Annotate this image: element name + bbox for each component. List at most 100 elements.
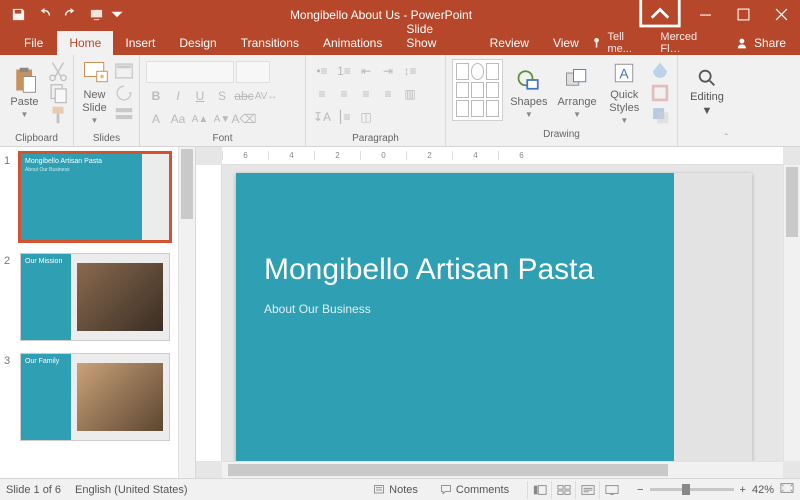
indent-dec-icon[interactable]: ⇤ bbox=[356, 61, 376, 81]
font-color-icon[interactable]: A bbox=[146, 109, 166, 129]
new-slide-button[interactable]: New Slide▼ bbox=[78, 59, 111, 125]
slide-thumbnails-panel: 1 Mongibello Artisan PastaAbout Our Busi… bbox=[0, 147, 196, 478]
undo-icon[interactable] bbox=[32, 3, 56, 27]
close-button[interactable] bbox=[762, 0, 800, 29]
minimize-button[interactable] bbox=[686, 0, 724, 29]
text-direction-icon[interactable]: ↧A bbox=[312, 107, 332, 127]
shadow-icon[interactable]: S bbox=[212, 86, 232, 106]
editing-button[interactable]: Editing▼ bbox=[682, 59, 732, 125]
font-name-combo[interactable] bbox=[146, 61, 234, 83]
shape-outline-icon[interactable] bbox=[649, 83, 671, 103]
comments-button[interactable]: Comments bbox=[436, 484, 513, 496]
align-center-icon[interactable]: ≡ bbox=[334, 84, 354, 104]
slideshow-view-icon[interactable] bbox=[599, 481, 623, 499]
normal-view-icon[interactable] bbox=[527, 481, 551, 499]
redo-icon[interactable] bbox=[58, 3, 82, 27]
columns-icon[interactable]: ▥ bbox=[400, 84, 420, 104]
account-name[interactable]: Merced Fl… bbox=[660, 31, 719, 55]
sorter-view-icon[interactable] bbox=[551, 481, 575, 499]
collapse-ribbon-icon[interactable]: ˆ bbox=[682, 131, 732, 146]
shape-fill-icon[interactable] bbox=[649, 61, 671, 81]
tab-animations[interactable]: Animations bbox=[311, 31, 394, 55]
language-status[interactable]: English (United States) bbox=[75, 484, 188, 496]
ribbon-display-options-icon[interactable] bbox=[638, 0, 682, 29]
grow-font-icon[interactable]: A▲ bbox=[190, 109, 210, 129]
tab-view[interactable]: View bbox=[541, 31, 591, 55]
quick-access-toolbar bbox=[0, 3, 124, 27]
underline-icon[interactable]: U bbox=[190, 86, 210, 106]
save-icon[interactable] bbox=[6, 3, 30, 27]
group-font-label: Font bbox=[144, 131, 301, 146]
title-placeholder[interactable]: Mongibello Artisan Pasta About Our Busin… bbox=[236, 173, 674, 463]
shape-effects-icon[interactable] bbox=[649, 105, 671, 125]
spacing-icon[interactable]: AV↔ bbox=[256, 86, 276, 106]
start-from-beginning-icon[interactable] bbox=[84, 3, 108, 27]
notes-button[interactable]: Notes bbox=[369, 484, 422, 496]
arrange-button[interactable]: Arrange▼ bbox=[555, 59, 600, 125]
tell-me-search[interactable]: Tell me... bbox=[591, 31, 651, 55]
change-case-icon[interactable]: Aa bbox=[168, 109, 188, 129]
section-icon[interactable] bbox=[113, 105, 135, 125]
cut-icon[interactable] bbox=[47, 61, 69, 81]
work-area: 1 Mongibello Artisan PastaAbout Our Busi… bbox=[0, 147, 800, 478]
bold-icon[interactable]: B bbox=[146, 86, 166, 106]
italic-icon[interactable]: I bbox=[168, 86, 188, 106]
tab-review[interactable]: Review bbox=[478, 31, 541, 55]
indent-inc-icon[interactable]: ⇥ bbox=[378, 61, 398, 81]
slide-canvas[interactable]: Mongibello Artisan Pasta About Our Busin… bbox=[236, 173, 752, 463]
shrink-font-icon[interactable]: A▼ bbox=[212, 109, 232, 129]
zoom-slider[interactable] bbox=[650, 488, 734, 491]
horizontal-ruler: 6420246 bbox=[222, 147, 783, 165]
align-left-icon[interactable]: ≡ bbox=[312, 84, 332, 104]
thumbnail-2[interactable]: 2 Our Mission bbox=[0, 247, 195, 347]
editor-horizontal-scrollbar[interactable] bbox=[222, 461, 783, 478]
bullets-icon[interactable]: •≡ bbox=[312, 61, 332, 81]
zoom-out-icon[interactable]: − bbox=[637, 484, 643, 496]
window-title: Mongibello About Us - PowerPoint bbox=[124, 8, 638, 22]
fit-to-window-icon[interactable] bbox=[780, 482, 794, 497]
thumbnail-3[interactable]: 3 Our Family bbox=[0, 347, 195, 447]
maximize-button[interactable] bbox=[724, 0, 762, 29]
group-slides-label: Slides bbox=[78, 131, 135, 146]
clear-format-icon[interactable]: A⌫ bbox=[234, 109, 254, 129]
paste-button[interactable]: Paste▼ bbox=[4, 59, 45, 125]
font-size-combo[interactable] bbox=[236, 61, 270, 83]
tab-insert[interactable]: Insert bbox=[113, 31, 167, 55]
tab-file[interactable]: File bbox=[10, 31, 57, 55]
zoom-in-icon[interactable]: + bbox=[740, 484, 746, 496]
group-paragraph-label: Paragraph bbox=[310, 131, 441, 146]
copy-icon[interactable] bbox=[47, 83, 69, 103]
thumbnail-1[interactable]: 1 Mongibello Artisan PastaAbout Our Busi… bbox=[0, 147, 195, 247]
qat-customize-icon[interactable] bbox=[110, 3, 124, 27]
shapes-gallery[interactable] bbox=[452, 59, 503, 121]
slide-subtitle: About Our Business bbox=[264, 302, 646, 316]
status-bar: Slide 1 of 6 English (United States) Not… bbox=[0, 478, 800, 500]
reset-icon[interactable] bbox=[113, 83, 135, 103]
tab-transitions[interactable]: Transitions bbox=[229, 31, 311, 55]
align-right-icon[interactable]: ≡ bbox=[356, 84, 376, 104]
share-button[interactable]: Share bbox=[729, 33, 794, 53]
vertical-ruler bbox=[196, 165, 222, 461]
shapes-button[interactable]: Shapes▼ bbox=[507, 59, 550, 125]
quick-styles-button[interactable]: AQuick Styles▼ bbox=[604, 59, 645, 125]
thumbnails-scrollbar[interactable] bbox=[178, 147, 195, 478]
slide-counter[interactable]: Slide 1 of 6 bbox=[6, 484, 61, 496]
numbering-icon[interactable]: 1≡ bbox=[334, 61, 354, 81]
align-text-icon[interactable]: ⎮≡ bbox=[334, 107, 354, 127]
editor-vertical-scrollbar[interactable] bbox=[783, 165, 800, 461]
tab-slideshow[interactable]: Slide Show bbox=[394, 17, 477, 55]
group-drawing-label: Drawing bbox=[450, 127, 673, 142]
line-spacing-icon[interactable]: ↕≡ bbox=[400, 61, 420, 81]
slide-editor: 6420246 Mongibello Artisan Pasta About O… bbox=[196, 147, 800, 478]
zoom-percent[interactable]: 42% bbox=[752, 484, 774, 496]
window-controls bbox=[686, 0, 800, 29]
strike-icon[interactable]: abc bbox=[234, 86, 254, 106]
justify-icon[interactable]: ≡ bbox=[378, 84, 398, 104]
reading-view-icon[interactable] bbox=[575, 481, 599, 499]
smartart-icon[interactable]: ◫ bbox=[356, 107, 376, 127]
svg-text:A: A bbox=[620, 66, 630, 82]
format-painter-icon[interactable] bbox=[47, 105, 69, 125]
layout-icon[interactable] bbox=[113, 61, 135, 81]
tab-design[interactable]: Design bbox=[167, 31, 228, 55]
tab-home[interactable]: Home bbox=[57, 31, 113, 55]
